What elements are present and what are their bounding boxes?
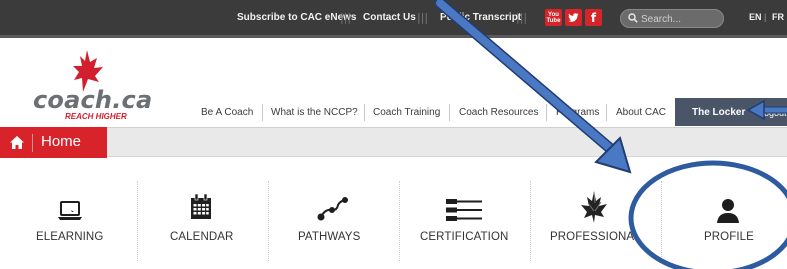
elearning-link[interactable]: ELEARNING <box>36 231 103 243</box>
tagline-start: REACH <box>65 112 96 121</box>
nav-divider <box>262 104 263 121</box>
laptop-icon[interactable] <box>57 201 83 221</box>
nav-divider <box>364 104 365 121</box>
pathways-link[interactable]: PATHWAYS <box>298 231 360 243</box>
twitter-icon[interactable] <box>565 9 582 26</box>
maple-leaf-icon[interactable] <box>580 191 610 223</box>
certification-link[interactable]: CERTIFICATION <box>420 231 508 243</box>
nav-divider <box>449 104 450 121</box>
search-box[interactable] <box>620 9 724 28</box>
tagline-highlight: HIGHER <box>95 112 127 121</box>
nav-divider <box>546 104 547 121</box>
person-icon[interactable] <box>716 198 740 223</box>
lang-fr[interactable]: FR <box>772 12 784 22</box>
contact-link[interactable]: Contact Us <box>363 12 416 23</box>
youtube-icon[interactable]: You Tube <box>545 9 562 26</box>
bars-icon[interactable] <box>446 199 482 221</box>
calendar-link[interactable]: CALENDAR <box>170 231 233 243</box>
nav-about-cac[interactable]: About CAC <box>616 107 666 118</box>
separator: ||| <box>417 11 429 24</box>
tile-divider <box>137 181 138 261</box>
separator: ||| <box>340 11 352 24</box>
logo-wordmark: coach.ca <box>33 86 153 114</box>
logo-tagline: REACH HIGHER <box>65 112 127 121</box>
lang-separator: | <box>764 12 767 22</box>
home-tab-divider <box>32 134 33 152</box>
nav-programs[interactable]: Programs <box>556 107 599 118</box>
search-input[interactable] <box>641 12 719 26</box>
pathway-nodes-icon[interactable] <box>316 196 350 222</box>
nav-coach-training[interactable]: Coach Training <box>373 107 440 118</box>
coach-ca-logo[interactable]: coach.ca REACH HIGHER <box>33 50 152 122</box>
youtube-label: You Tube <box>546 11 561 24</box>
tile-divider <box>661 181 662 261</box>
subscribe-link[interactable]: Subscribe to CAC eNews <box>237 12 356 23</box>
nav-what-is-nccp[interactable]: What is the NCCP? <box>271 107 358 118</box>
nav-divider <box>606 104 607 121</box>
logout-link[interactable]: Logout <box>759 108 787 118</box>
nav-be-a-coach[interactable]: Be A Coach <box>201 107 253 118</box>
profile-link[interactable]: PROFILE <box>704 231 754 243</box>
professional-link[interactable]: PROFESSIONAL <box>550 231 641 243</box>
tile-divider <box>268 181 269 261</box>
tile-divider <box>399 181 400 261</box>
home-label: Home <box>41 133 82 150</box>
separator: ||| <box>516 11 528 24</box>
home-icon <box>10 136 24 149</box>
breadcrumb-bar <box>0 127 787 157</box>
utility-bar: Subscribe to CAC eNews ||| Contact Us ||… <box>0 0 787 38</box>
public-transcript-link[interactable]: Public Transcript <box>440 12 521 23</box>
locker-label: The Locker <box>692 107 746 118</box>
nav-coach-resources[interactable]: Coach Resources <box>459 107 538 118</box>
search-icon <box>628 13 638 23</box>
home-tab[interactable]: Home <box>0 127 107 158</box>
tile-divider <box>530 181 531 261</box>
the-locker-button[interactable]: The Locker Logout <box>675 98 787 126</box>
calendar-icon[interactable] <box>190 194 212 220</box>
facebook-icon[interactable]: f <box>585 9 602 26</box>
lang-en[interactable]: EN <box>749 12 762 22</box>
profile-highlight-ellipse <box>628 160 787 269</box>
